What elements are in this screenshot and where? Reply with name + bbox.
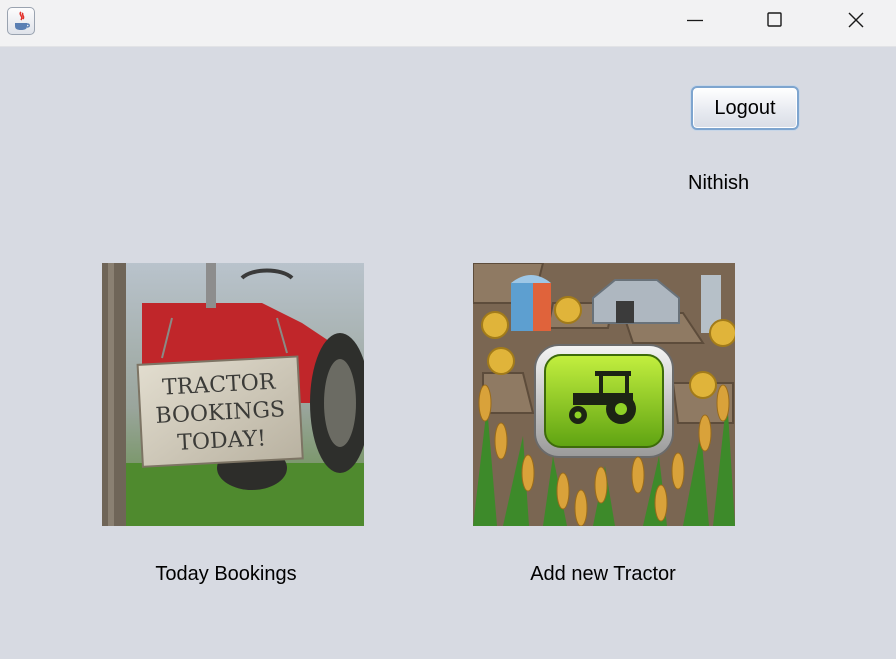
close-icon — [848, 12, 864, 28]
minimize-icon — [687, 19, 703, 22]
close-button[interactable] — [816, 0, 896, 40]
minimize-button[interactable] — [655, 0, 735, 40]
main-panel: Logout Nithish TRACTOR BOOKINGS TODAY! T… — [0, 47, 896, 659]
today-bookings-image[interactable]: TRACTOR BOOKINGS TODAY! — [102, 263, 364, 526]
window-titlebar — [0, 0, 896, 47]
add-new-tractor-label: Add new Tractor — [530, 563, 676, 585]
maximize-icon — [767, 12, 782, 27]
sign-line-3: TODAY! — [177, 426, 267, 456]
java-app-icon — [7, 7, 35, 35]
maximize-button[interactable] — [735, 0, 815, 40]
logout-button[interactable]: Logout — [691, 86, 799, 130]
add-new-tractor-image[interactable] — [473, 263, 735, 526]
today-bookings-label: Today Bookings — [155, 563, 297, 585]
username-label: Nithish — [688, 172, 750, 194]
